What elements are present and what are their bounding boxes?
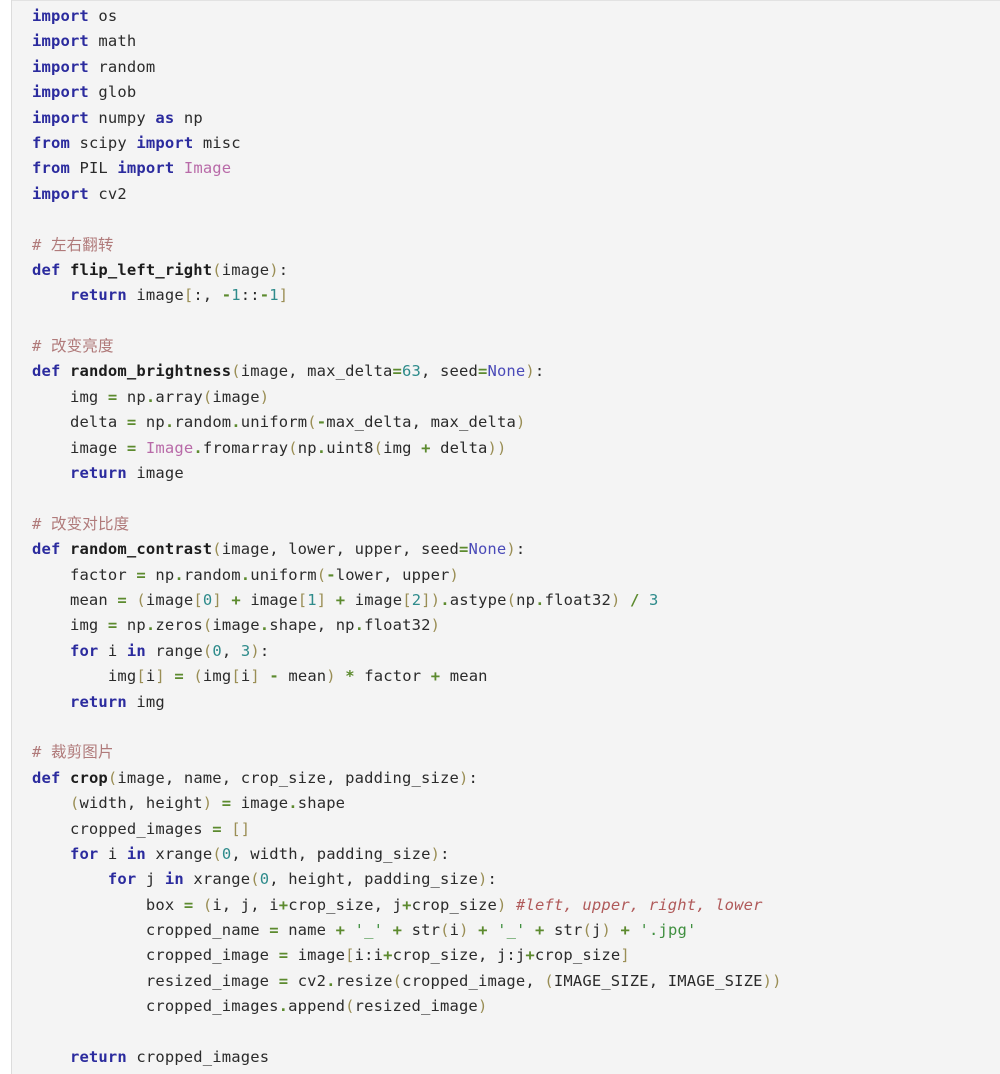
code-line: for i in range(0, 3): [69, 641, 270, 660]
code-line: box = (i, j, i+crop_size, j+crop_size) #… [145, 895, 763, 914]
code-line: return image [69, 464, 184, 483]
code-line: return image[:, -1::-1] [69, 286, 289, 305]
code-line-comment: # 改变对比度 [32, 514, 130, 533]
code-line: delta = np.random.uniform(-max_delta, ma… [69, 413, 526, 432]
code-line: return cropped_images [69, 1048, 270, 1067]
code-viewer: import os import math import random import … [0, 0, 1000, 1074]
code-line: return img [69, 692, 165, 711]
code-line: resized_image = cv2.resize(cropped_image… [145, 971, 782, 990]
code-line: def random_contrast(image, lower, upper,… [32, 540, 526, 559]
code-line: from scipy import misc [32, 133, 241, 152]
python-code-block[interactable]: import os import math import random import … [12, 1, 1000, 1070]
code-line-comment: # 裁剪图片 [32, 743, 114, 762]
code-line: (width, height) = image.shape [69, 794, 346, 813]
code-line-comment: # 左右翻转 [32, 235, 114, 254]
code-line: img = np.array(image) [69, 387, 270, 406]
code-line: cropped_images = [] [69, 819, 251, 838]
code-line: def random_brightness(image, max_delta=6… [32, 362, 545, 381]
code-surface[interactable]: import os import math import random import … [12, 0, 1000, 1074]
code-line: for i in xrange(0, width, padding_size): [69, 844, 450, 863]
code-line: image = Image.fromarray(np.uint8(img + d… [69, 438, 507, 457]
code-line: def crop(image, name, crop_size, padding… [32, 768, 478, 787]
code-line: factor = np.random.uniform(-lower, upper… [69, 565, 460, 584]
code-line: mean = (image[0] + image[1] + image[2]).… [69, 590, 659, 609]
code-line: import glob [32, 83, 137, 102]
code-line-comment: # 改变亮度 [32, 337, 114, 356]
code-line: cropped_name = name + '_' + str(i) + '_'… [145, 921, 697, 940]
code-line: import cv2 [32, 184, 127, 203]
code-line: img[i] = (img[i] - mean) * factor + mean [107, 667, 488, 686]
code-line: import numpy as np [32, 108, 203, 127]
code-line: img = np.zeros(image.shape, np.float32) [69, 616, 441, 635]
code-line: from PIL import Image [32, 159, 232, 178]
code-line: for j in xrange(0, height, padding_size)… [107, 870, 497, 889]
code-line: cropped_images.append(resized_image) [145, 997, 488, 1016]
gutter [0, 0, 11, 1074]
code-line: def flip_left_right(image): [32, 260, 289, 279]
code-line: import math [32, 32, 137, 51]
code-line: cropped_image = image[i:i+crop_size, j:j… [145, 946, 630, 965]
code-line: import random [32, 57, 156, 76]
code-line: import os [32, 7, 118, 25]
